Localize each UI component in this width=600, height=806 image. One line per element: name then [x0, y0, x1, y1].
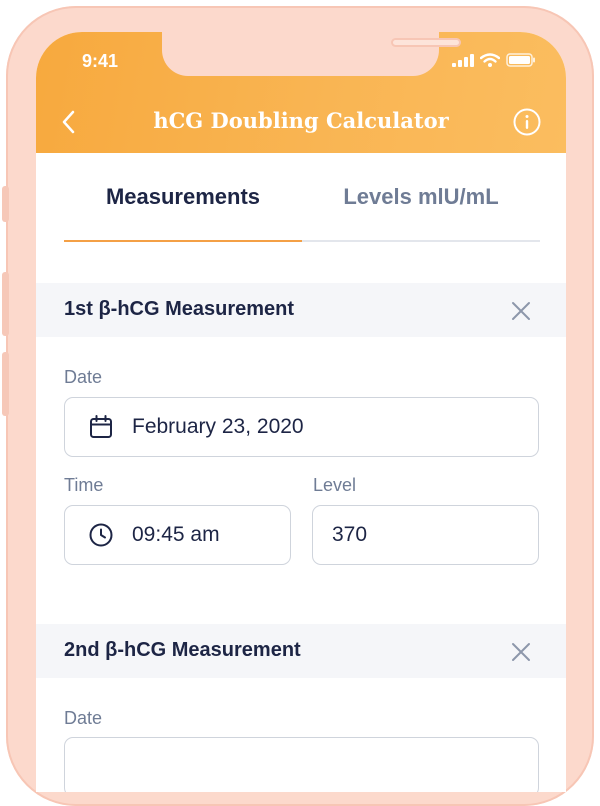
measurement-2-header: 2nd β-hCG Measurement [36, 624, 566, 678]
remove-measurement-2-button[interactable] [510, 641, 532, 663]
clock-icon [89, 523, 113, 547]
measurement-1-header: 1st β-hCG Measurement [36, 283, 566, 337]
signal-icon [452, 54, 474, 67]
phone-side-button [2, 352, 9, 416]
status-time: 9:41 [82, 51, 119, 71]
time-value: 09:45 am [132, 523, 220, 546]
level-input[interactable]: 370 [312, 505, 539, 565]
close-icon [512, 643, 530, 661]
wifi-icon [480, 53, 500, 67]
date-field[interactable]: February 23, 2020 [64, 397, 539, 457]
remove-measurement-1-button[interactable] [510, 300, 532, 322]
calendar-icon [90, 415, 112, 438]
tab-levels[interactable]: Levels mlU/mL [302, 182, 540, 240]
active-tab-indicator [64, 240, 302, 242]
time-field[interactable]: 09:45 am [64, 505, 291, 565]
speaker-grille [391, 38, 461, 47]
phone-side-button [2, 186, 9, 222]
tab-bar: Measurements Levels mlU/mL [64, 182, 540, 242]
app-screen: 9:41 hCG Doubling Calculator Measurement… [36, 32, 566, 792]
info-button[interactable] [513, 108, 541, 136]
time-label: Time [64, 475, 104, 495]
page-title: hCG Doubling Calculator [153, 108, 449, 133]
measurement-1-title: 1st β-hCG Measurement [64, 298, 295, 320]
date-field[interactable] [64, 737, 539, 792]
measurement-2-title: 2nd β-hCG Measurement [64, 639, 301, 661]
date-label: Date [64, 367, 103, 387]
phone-side-button [2, 272, 9, 336]
date-label: Date [64, 708, 103, 728]
date-value: February 23, 2020 [132, 415, 304, 438]
phone-notch [162, 32, 461, 76]
close-icon [512, 302, 530, 320]
battery-icon [506, 53, 535, 67]
status-icons [452, 53, 536, 67]
level-value: 370 [332, 523, 368, 546]
app-header: 9:41 hCG Doubling Calculator [36, 32, 566, 153]
tab-measurements[interactable]: Measurements [64, 182, 302, 240]
level-label: Level [313, 475, 357, 495]
info-icon [513, 108, 541, 136]
